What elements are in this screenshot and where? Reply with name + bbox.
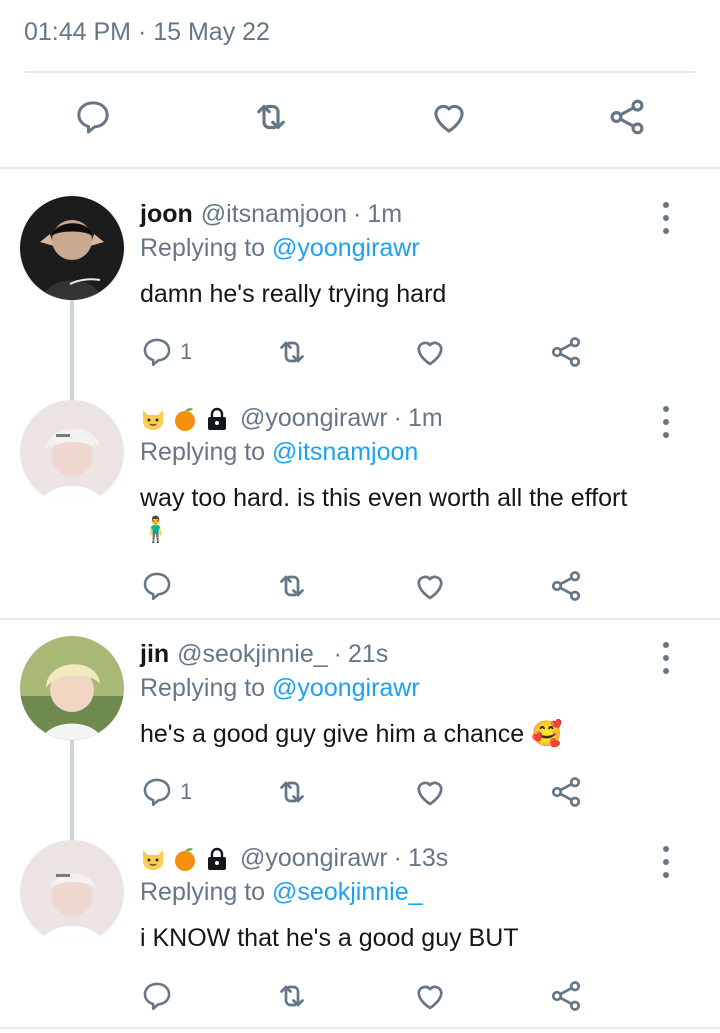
- replying-to: Replying to @seokjinnie_: [140, 878, 423, 906]
- separator: ·: [393, 404, 402, 432]
- share-icon: [548, 978, 584, 1014]
- share-button[interactable]: [548, 976, 584, 1016]
- name-emoji-group: [140, 406, 230, 432]
- like-button[interactable]: [412, 772, 448, 812]
- share-button[interactable]: [548, 772, 584, 812]
- user-handle[interactable]: @yoongirawr: [240, 404, 388, 433]
- share-icon: [548, 774, 584, 810]
- separator: ·: [333, 640, 342, 668]
- lock-icon: [204, 846, 230, 872]
- like-button[interactable]: [412, 976, 448, 1016]
- like-button[interactable]: [412, 566, 448, 606]
- more-icon: [663, 406, 669, 412]
- reply-button[interactable]: [68, 92, 118, 142]
- tweet-actions: 1: [0, 772, 720, 812]
- avatar[interactable]: [20, 840, 124, 944]
- like-button[interactable]: [424, 92, 474, 142]
- separator: ·: [353, 200, 362, 228]
- retweet-button[interactable]: [274, 332, 310, 372]
- retweet-button[interactable]: [274, 772, 310, 812]
- more-icon: [663, 202, 669, 208]
- user-handle[interactable]: @itsnamjoon: [201, 200, 347, 229]
- replying-to: Replying to @yoongirawr: [140, 234, 420, 262]
- reply-count: 1: [180, 779, 193, 804]
- retweet-icon: [274, 568, 310, 604]
- share-button[interactable]: [548, 566, 584, 606]
- like-button[interactable]: [412, 332, 448, 372]
- replying-to: Replying to @itsnamjoon: [140, 438, 419, 466]
- reply-icon: [140, 979, 174, 1013]
- user-handle[interactable]: @seokjinnie_: [177, 640, 327, 669]
- main-tweet-actions: [0, 92, 720, 152]
- display-name[interactable]: joon: [140, 200, 193, 229]
- tangerine-emoji: [172, 846, 198, 872]
- tweet-time: 21s: [347, 640, 389, 668]
- retweet-button[interactable]: [274, 566, 310, 606]
- reply-icon: [140, 569, 174, 603]
- like-icon: [428, 96, 470, 138]
- more-icon: [663, 642, 669, 648]
- cat-emoji: [140, 406, 166, 432]
- tweet-text: he's a good guy give him a chance 🥰: [140, 720, 563, 748]
- tweet-time: 1m: [367, 200, 403, 228]
- tweet-text: way too hard. is this even worth all the…: [140, 484, 628, 544]
- share-icon: [548, 568, 584, 604]
- share-icon: [548, 334, 584, 370]
- more-icon: [663, 846, 669, 852]
- tweet-time: 13s: [407, 844, 449, 872]
- avatar[interactable]: [20, 400, 124, 504]
- divider: [0, 618, 720, 620]
- more-options-button[interactable]: [656, 846, 676, 878]
- display-name[interactable]: jin: [140, 640, 169, 669]
- retweet-button[interactable]: [246, 92, 296, 142]
- lock-icon: [204, 406, 230, 432]
- tweet-actions: [0, 976, 720, 1016]
- like-icon: [412, 978, 448, 1014]
- like-icon: [412, 774, 448, 810]
- reply-icon: [140, 335, 174, 369]
- divider: [0, 1027, 720, 1029]
- reply-count: 1: [180, 339, 193, 364]
- like-icon: [412, 334, 448, 370]
- more-options-button[interactable]: [656, 202, 676, 234]
- replying-to: Replying to @yoongirawr: [140, 674, 420, 702]
- tweet-time: 1m: [407, 404, 443, 432]
- retweet-icon: [274, 978, 310, 1014]
- mention-link[interactable]: @itsnamjoon: [272, 438, 418, 466]
- tweet-actions: 1: [0, 332, 720, 372]
- avatar[interactable]: [20, 636, 124, 740]
- retweet-icon: [250, 96, 292, 138]
- more-options-button[interactable]: [656, 642, 676, 674]
- reply-button[interactable]: [140, 566, 174, 606]
- divider: [24, 71, 696, 73]
- divider: [0, 167, 720, 169]
- retweet-icon: [274, 334, 310, 370]
- retweet-button[interactable]: [274, 976, 310, 1016]
- tweet-timestamp: 01:44 PM · 15 May 22: [24, 18, 270, 46]
- retweet-icon: [274, 774, 310, 810]
- tweet-text: i KNOW that he's a good guy BUT: [140, 924, 519, 952]
- tweet-actions: [0, 566, 720, 606]
- mention-link[interactable]: @seokjinnie_: [272, 878, 422, 906]
- more-options-button[interactable]: [656, 406, 676, 438]
- mention-link[interactable]: @yoongirawr: [272, 234, 420, 262]
- tweet-text: damn he's really trying hard: [140, 280, 447, 308]
- reply-button[interactable]: 1: [140, 332, 192, 372]
- like-icon: [412, 568, 448, 604]
- reply-button[interactable]: [140, 976, 174, 1016]
- cat-emoji: [140, 846, 166, 872]
- avatar[interactable]: [20, 196, 124, 300]
- share-button[interactable]: [548, 332, 584, 372]
- name-emoji-group: [140, 846, 230, 872]
- reply-icon: [73, 97, 113, 137]
- mention-link[interactable]: @yoongirawr: [272, 674, 420, 702]
- reply-button[interactable]: 1: [140, 772, 192, 812]
- user-handle[interactable]: @yoongirawr: [240, 844, 388, 873]
- separator: ·: [393, 844, 402, 872]
- reply-icon: [140, 775, 174, 809]
- share-button[interactable]: [602, 92, 652, 142]
- share-icon: [606, 96, 648, 138]
- tangerine-emoji: [172, 406, 198, 432]
